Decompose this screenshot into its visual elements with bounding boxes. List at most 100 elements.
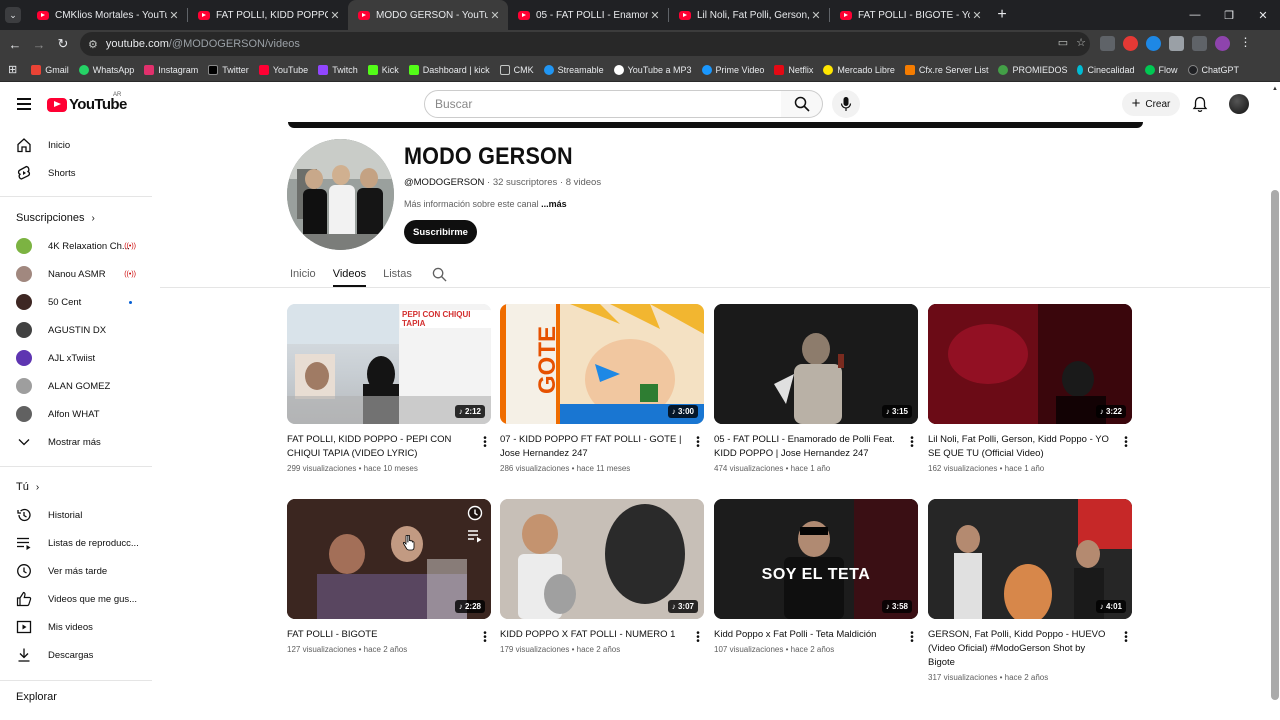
browser-tab[interactable]: CMKlios Mortales - YouTube✕: [27, 0, 187, 30]
video-title[interactable]: Lil Noli, Fat Polli, Gerson, Kidd Poppo …: [928, 433, 1114, 461]
close-tab-icon[interactable]: ✕: [328, 9, 342, 22]
channel-avatar[interactable]: [287, 139, 394, 250]
you-heading[interactable]: Tú ›: [16, 481, 39, 493]
bookmark-youtube-mp3[interactable]: YouTube a MP3: [613, 64, 692, 75]
sidebar-item-downloads[interactable]: Descargas: [16, 641, 152, 669]
search-input[interactable]: [435, 97, 765, 111]
bookmark-twitter[interactable]: Twitter: [208, 64, 249, 75]
browser-tab[interactable]: FAT POLLI, KIDD POPPO - PEPI✕: [188, 0, 348, 30]
forward-icon[interactable]: →: [27, 37, 51, 52]
video-title[interactable]: 05 - FAT POLLI - Enamorado de Polli Feat…: [714, 433, 900, 461]
bookmark-streamable[interactable]: Streamable: [543, 64, 604, 75]
more-actions-icon[interactable]: • • •: [694, 434, 702, 452]
bookmark-youtube[interactable]: YouTube: [258, 64, 308, 75]
channel-handle[interactable]: @MODOGERSON: [404, 177, 484, 188]
extension-icon[interactable]: [1146, 36, 1161, 51]
bookmark-flow[interactable]: Flow: [1144, 64, 1178, 75]
video-card[interactable]: ♪ 3:07 KIDD POPPO X FAT POLLI - NUMERO 1…: [500, 499, 704, 654]
puzzle-icon[interactable]: [1169, 36, 1184, 51]
video-card[interactable]: GOTE ♪ 3:00 07 - KIDD POPPO FT FAT POLLI…: [500, 304, 704, 473]
video-thumbnail[interactable]: ♪ 3:15: [714, 304, 918, 424]
close-tab-icon[interactable]: ✕: [970, 9, 984, 22]
more-actions-icon[interactable]: • • •: [1122, 629, 1130, 647]
video-title[interactable]: FAT POLLI - BIGOTE: [287, 628, 473, 642]
scrollbar-thumb[interactable]: [1271, 190, 1279, 700]
sidebar-item-home[interactable]: Inicio: [16, 131, 152, 159]
close-tab-icon[interactable]: ✕: [488, 9, 502, 22]
site-info-icon[interactable]: ⚙: [88, 38, 98, 51]
sidebar-show-more[interactable]: Mostrar más: [16, 428, 152, 456]
bookmark-kick[interactable]: Kick: [367, 64, 399, 75]
adblock-icon[interactable]: [1123, 36, 1138, 51]
apps-icon[interactable]: ⊞: [8, 63, 17, 76]
new-tab-icon[interactable]: +: [990, 6, 1014, 24]
video-card[interactable]: ♪ 4:01 GERSON, Fat Polli, Kidd Poppo - H…: [928, 499, 1132, 682]
extension-icon[interactable]: [1100, 36, 1115, 51]
video-card[interactable]: PEPI CON CHIQUI TAPIA ♪ 2:12 FAT POLLI, …: [287, 304, 491, 473]
tab-home[interactable]: Inicio: [290, 262, 316, 286]
video-card[interactable]: ♪ 3:15 05 - FAT POLLI - Enamorado de Pol…: [714, 304, 918, 473]
more-link[interactable]: ...más: [541, 199, 567, 209]
video-card[interactable]: ♪ 2:28 FAT POLLI - BIGOTE 127 visualizac…: [287, 499, 491, 654]
notifications-button[interactable]: [1192, 96, 1208, 116]
restore-icon[interactable]: ❐: [1212, 9, 1246, 22]
bookmark-netflix[interactable]: Netflix: [774, 64, 813, 75]
watch-later-icon[interactable]: [467, 505, 483, 524]
close-tab-icon[interactable]: ✕: [809, 9, 823, 22]
bookmark-cmk[interactable]: CMK: [499, 64, 534, 75]
video-card[interactable]: ♪ 3:22 Lil Noli, Fat Polli, Gerson, Kidd…: [928, 304, 1132, 473]
sidebar-item-subscription[interactable]: 50 Cent: [16, 288, 152, 316]
account-avatar[interactable]: [1229, 94, 1249, 114]
bookmark-whatsapp[interactable]: WhatsApp: [78, 64, 134, 75]
video-thumbnail[interactable]: PEPI CON CHIQUI TAPIA ♪ 2:12: [287, 304, 491, 424]
bookmark-star-icon[interactable]: ☆: [1076, 36, 1086, 49]
more-actions-icon[interactable]: • • •: [908, 629, 916, 647]
bookmark-gmail[interactable]: Gmail: [31, 64, 69, 75]
bookmark-instagram[interactable]: Instagram: [144, 64, 198, 75]
bookmark-cinecalidad[interactable]: Cinecalidad: [1077, 64, 1135, 75]
bookmark-dashboard-kick[interactable]: Dashboard | kick: [408, 64, 490, 75]
tab-search-button[interactable]: ⌄: [5, 7, 21, 23]
sidebar-item-shorts[interactable]: Shorts: [16, 159, 152, 187]
video-thumbnail[interactable]: ♪ 4:01: [928, 499, 1132, 619]
video-title[interactable]: 07 - KIDD POPPO FT FAT POLLI - GOTE | Jo…: [500, 433, 686, 461]
sidebar-item-subscription[interactable]: Nanou ASMR ((•)): [16, 260, 152, 288]
sidebar-item-liked[interactable]: Videos que me gus...: [16, 585, 152, 613]
media-icon[interactable]: [1192, 36, 1207, 51]
sidebar-item-subscription[interactable]: AGUSTIN DX: [16, 316, 152, 344]
more-actions-icon[interactable]: • • •: [481, 434, 489, 452]
create-button[interactable]: + Crear: [1122, 92, 1180, 116]
tab-playlists[interactable]: Listas: [383, 262, 412, 286]
bookmark-chatgpt[interactable]: ChatGPT: [1187, 64, 1239, 75]
bookmark-promiedos[interactable]: PROMIEDOS: [998, 64, 1067, 75]
browser-tab-active[interactable]: MODO GERSON - YouTube✕: [348, 0, 508, 30]
voice-search-button[interactable]: [832, 90, 860, 118]
more-actions-icon[interactable]: • • •: [1122, 434, 1130, 452]
subscriptions-heading[interactable]: Suscripciones ›: [16, 212, 95, 224]
minimize-icon[interactable]: —: [1178, 9, 1212, 21]
video-title[interactable]: Kidd Poppo x Fat Polli - Teta Maldición: [714, 628, 900, 642]
sidebar-item-subscription[interactable]: Alfon WHAT: [16, 400, 152, 428]
browser-tab[interactable]: 05 - FAT POLLI - Enamorado de✕: [508, 0, 668, 30]
close-window-icon[interactable]: ✕: [1246, 9, 1280, 22]
more-actions-icon[interactable]: • • •: [481, 629, 489, 647]
bookmark-cfx[interactable]: Cfx.re Server List: [904, 64, 988, 75]
video-title[interactable]: FAT POLLI, KIDD POPPO - PEPI CON CHIQUI …: [287, 433, 473, 461]
scroll-up-icon[interactable]: ▲: [1272, 86, 1278, 92]
tab-videos[interactable]: Videos: [332, 262, 367, 287]
back-icon[interactable]: ←: [3, 37, 27, 52]
sidebar-item-subscription[interactable]: 4K Relaxation Ch... ((•)): [16, 232, 152, 260]
channel-search-button[interactable]: [432, 262, 447, 286]
reload-icon[interactable]: ↻: [51, 36, 75, 52]
video-thumbnail[interactable]: ♪ 3:22: [928, 304, 1132, 424]
video-thumbnail[interactable]: ♪ 2:28: [287, 499, 491, 619]
close-tab-icon[interactable]: ✕: [648, 9, 662, 22]
address-bar[interactable]: ⚙ youtube.com/@MODOGERSON/videos ▭ ☆: [80, 32, 1090, 56]
page-scrollbar[interactable]: ▲: [1270, 82, 1280, 720]
sidebar-item-subscription[interactable]: ALAN GOMEZ: [16, 372, 152, 400]
bookmark-mercado-libre[interactable]: Mercado Libre: [823, 64, 895, 75]
video-title[interactable]: GERSON, Fat Polli, Kidd Poppo - HUEVO (V…: [928, 628, 1114, 670]
video-thumbnail[interactable]: GOTE ♪ 3:00: [500, 304, 704, 424]
video-title[interactable]: KIDD POPPO X FAT POLLI - NUMERO 1: [500, 628, 686, 642]
channel-description[interactable]: Más información sobre este canal ...más: [404, 199, 567, 209]
